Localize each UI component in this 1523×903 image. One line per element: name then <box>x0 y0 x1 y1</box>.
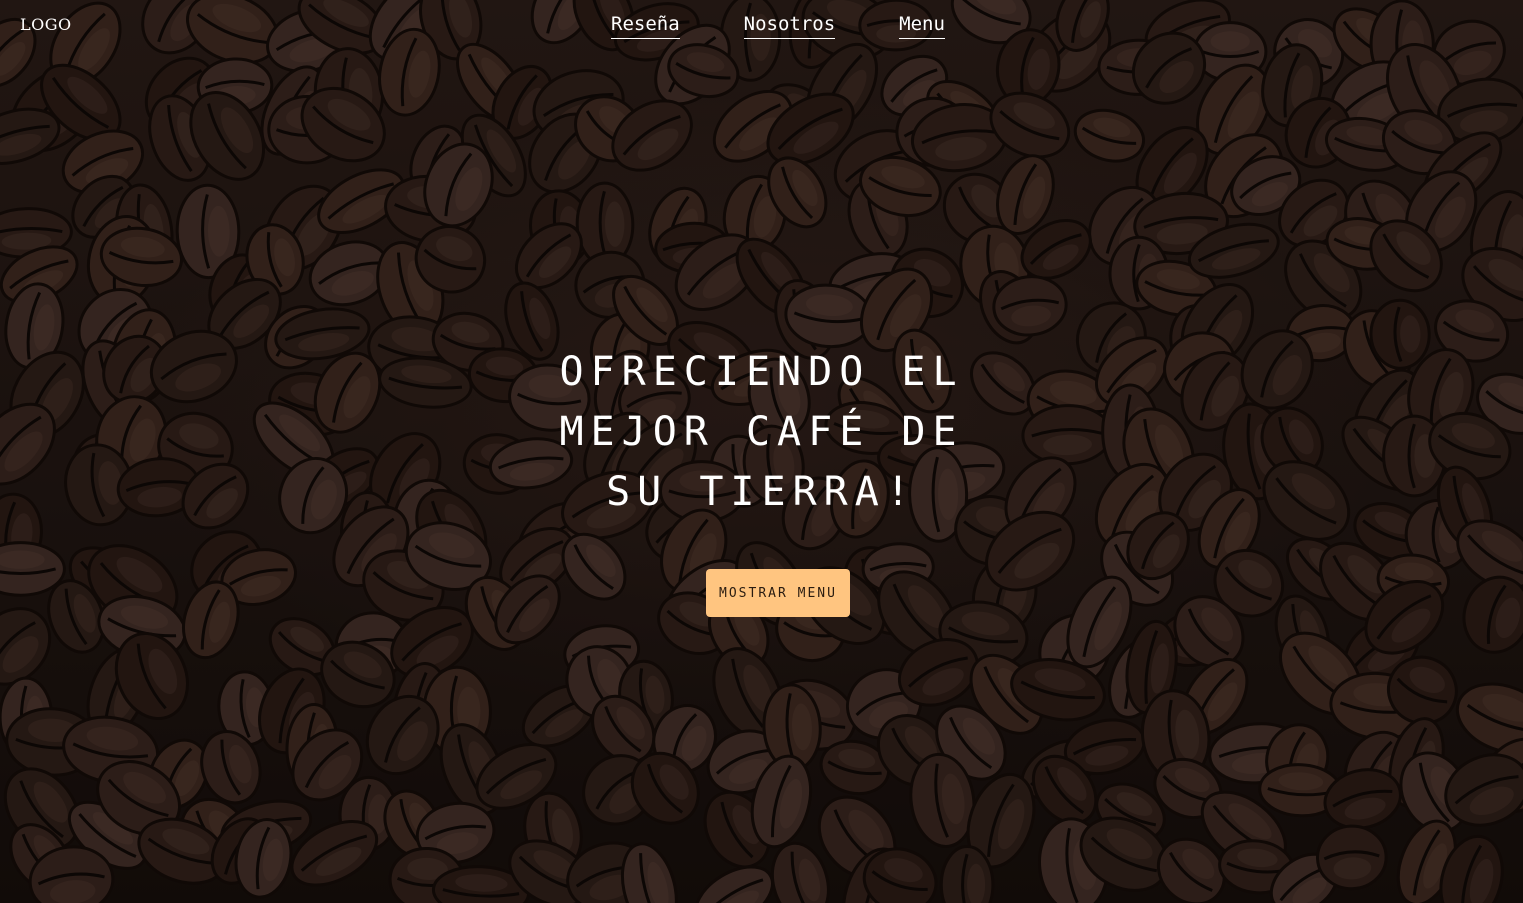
nav-link-nosotros[interactable]: Nosotros <box>743 12 836 39</box>
logo[interactable]: LOGO <box>20 15 72 34</box>
nav-link-menu[interactable]: Menu <box>899 12 945 39</box>
headline-line-1: OFRECIENDO EL <box>559 349 964 395</box>
hero-headline: OFRECIENDO EL MEJOR CAFÉ DE SU TIERRA! <box>0 342 1523 522</box>
main-nav: Reseña Nosotros Menu <box>611 12 945 39</box>
headline-line-3: SU TIERRA! <box>606 469 917 515</box>
headline-line-2: MEJOR CAFÉ DE <box>559 409 964 455</box>
show-menu-button[interactable]: MOSTRAR MENU <box>706 569 850 617</box>
hero-section: LOGO Reseña Nosotros Menu OFRECIENDO EL … <box>0 0 1523 903</box>
nav-link-resena[interactable]: Reseña <box>611 12 680 39</box>
